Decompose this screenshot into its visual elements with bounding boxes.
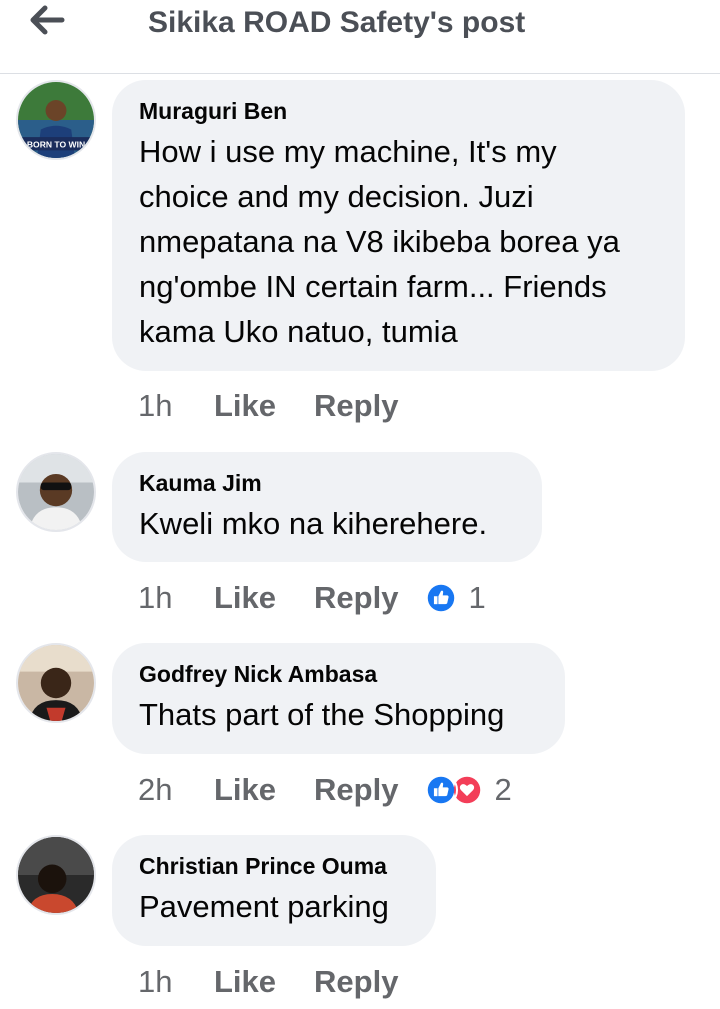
- avatar[interactable]: [16, 452, 96, 532]
- comment-time[interactable]: 1h: [138, 388, 214, 424]
- page-title: Sikika ROAD Safety's post: [148, 6, 526, 39]
- comment-bubble[interactable]: Muraguri Ben How i use my machine, It's …: [112, 80, 685, 371]
- avatar[interactable]: [16, 643, 96, 723]
- avatar[interactable]: [16, 835, 96, 915]
- comment-bubble[interactable]: Godfrey Nick Ambasa Thats part of the Sh…: [112, 643, 565, 754]
- comment-actions: 1h Like Reply: [138, 386, 436, 426]
- like-reaction-icon: [424, 581, 459, 615]
- comment-text: Pavement parking: [139, 889, 389, 924]
- comment-bubble[interactable]: Christian Prince Ouma Pavement parking: [112, 835, 436, 946]
- like-button[interactable]: Like: [214, 388, 276, 424]
- reply-button[interactable]: Reply: [314, 388, 398, 424]
- top-bar: Sikika ROAD Safety's post: [0, 0, 720, 74]
- like-button[interactable]: Like: [214, 964, 276, 1000]
- reaction-summary[interactable]: 2: [424, 772, 512, 808]
- arrow-left-icon: [29, 5, 65, 40]
- reaction-count: 2: [494, 772, 512, 807]
- reply-button[interactable]: Reply: [314, 580, 398, 616]
- comment-author[interactable]: Muraguri Ben: [139, 97, 657, 125]
- back-button[interactable]: [22, 2, 72, 42]
- comment-author[interactable]: Kauma Jim: [139, 469, 514, 497]
- like-button[interactable]: Like: [214, 772, 276, 808]
- comment-author[interactable]: Godfrey Nick Ambasa: [139, 660, 537, 688]
- reply-button[interactable]: Reply: [314, 964, 398, 1000]
- like-reaction-icon: [424, 773, 459, 807]
- comment-time[interactable]: 1h: [138, 580, 214, 616]
- reply-button[interactable]: Reply: [314, 772, 398, 808]
- comment-actions: 1h Like Reply 1: [138, 578, 486, 618]
- avatar-caption: BORN TO WIN: [27, 140, 85, 150]
- comment-bubble[interactable]: Kauma Jim Kweli mko na kiherehere.: [112, 452, 542, 562]
- reaction-count: 1: [468, 580, 486, 615]
- comment-actions: 2h Like Reply 2: [138, 770, 512, 810]
- comment-time[interactable]: 2h: [138, 772, 214, 808]
- like-button[interactable]: Like: [214, 580, 276, 616]
- comment-text: How i use my machine, It's my choice and…: [139, 134, 620, 349]
- comment-actions: 1h Like Reply: [138, 962, 436, 1002]
- comment-text: Kweli mko na kiherehere.: [139, 506, 488, 541]
- comment-text: Thats part of the Shopping: [139, 697, 505, 732]
- comment-time[interactable]: 1h: [138, 964, 214, 1000]
- reaction-summary[interactable]: 1: [424, 580, 486, 616]
- avatar[interactable]: BORN TO WIN: [16, 80, 96, 160]
- comment-author[interactable]: Christian Prince Ouma: [139, 852, 408, 880]
